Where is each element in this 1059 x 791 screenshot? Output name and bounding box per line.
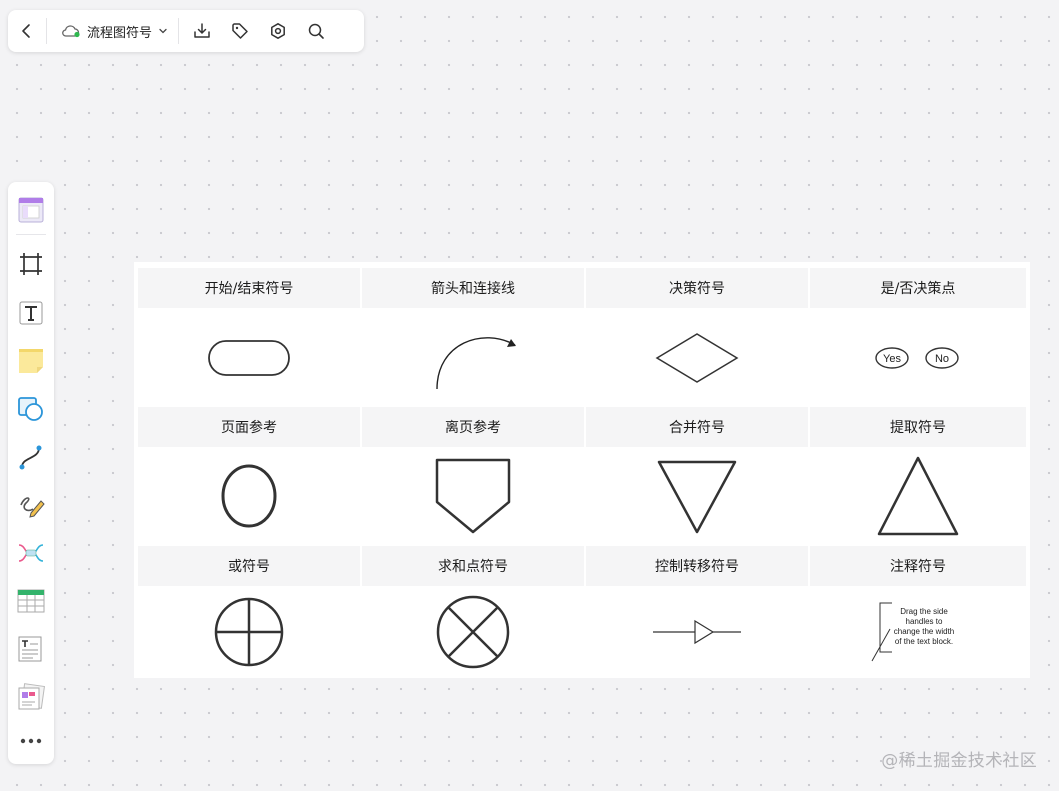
search-button[interactable] (297, 10, 335, 52)
cloud-sync-icon (62, 25, 80, 38)
more-tools-button[interactable] (15, 725, 47, 757)
template-tool[interactable] (15, 194, 47, 226)
or-shape (138, 588, 360, 676)
page-reference-shape (138, 448, 360, 544)
annotation-text-line: change the width (894, 627, 955, 636)
pen-tool[interactable] (15, 489, 47, 521)
no-label: No (935, 353, 949, 365)
header-summing-junction: 求和点符号 (362, 546, 584, 586)
watermark: @稀土掘金技术社区 (881, 751, 1037, 771)
text-card-icon (18, 636, 42, 662)
annotation-text-line: handles to (906, 617, 943, 626)
text-card-tool[interactable] (15, 633, 47, 665)
text-tool[interactable] (15, 297, 47, 329)
header-page-reference: 页面参考 (138, 407, 360, 447)
sticky-note-tool[interactable] (15, 345, 47, 377)
shape-tool[interactable] (15, 393, 47, 425)
header-annotation: 注释符号 (810, 546, 1026, 586)
top-toolbar: 流程图符号 (8, 10, 364, 52)
off-page-reference-shape (362, 448, 584, 544)
tag-button[interactable] (221, 10, 259, 52)
frame-icon (20, 253, 42, 275)
search-icon (308, 23, 324, 39)
yes-no-shape: Yes No (810, 310, 1026, 406)
annotation-text-line: Drag the side (900, 607, 948, 616)
mind-map-icon (18, 544, 44, 562)
flowchart-symbols-sheet[interactable]: 开始/结束符号 箭头和连接线 决策符号 是/否决策点 Yes No 页面参考 离… (134, 262, 1030, 678)
table-icon (17, 589, 45, 613)
text-tool-icon (19, 301, 43, 325)
shape-icon (18, 397, 43, 421)
sticky-note-icon (19, 349, 43, 373)
annotation-shape: Drag the side handles to change the widt… (810, 588, 1026, 676)
download-button[interactable] (183, 10, 221, 52)
document-title: 流程图符号 (87, 25, 153, 41)
summing-junction-shape (362, 588, 584, 676)
extract-shape (810, 448, 1026, 544)
annotation-text-line: of the text block. (895, 637, 953, 646)
arrow-connector-shape (362, 310, 584, 406)
template-icon (18, 197, 44, 223)
terminator-shape (138, 310, 360, 406)
pen-icon (20, 497, 45, 518)
frame-tool[interactable] (15, 248, 47, 280)
merge-shape (586, 448, 808, 544)
control-transfer-shape (586, 588, 808, 676)
yes-label: Yes (883, 353, 901, 365)
tool-rail (8, 182, 54, 764)
header-yes-no: 是/否决策点 (810, 268, 1026, 308)
header-off-page-reference: 离页参考 (362, 407, 584, 447)
header-start-end: 开始/结束符号 (138, 268, 360, 308)
back-icon (22, 24, 30, 38)
header-decision: 决策符号 (586, 268, 808, 308)
header-arrow-connector: 箭头和连接线 (362, 268, 584, 308)
decision-shape (586, 310, 808, 406)
connector-icon (19, 445, 42, 470)
chevron-down-icon (159, 28, 167, 34)
rail-divider (16, 234, 46, 235)
header-control-transfer: 控制转移符号 (586, 546, 808, 586)
toolbar-divider (178, 18, 180, 44)
sticker-icon (18, 683, 45, 710)
download-icon (194, 23, 210, 38)
settings-icon (271, 23, 285, 39)
more-icon (20, 738, 42, 744)
header-extract: 提取符号 (810, 407, 1026, 447)
back-button[interactable] (8, 10, 46, 52)
sticker-tool[interactable] (15, 681, 47, 713)
mind-map-tool[interactable] (15, 537, 47, 569)
header-merge: 合并符号 (586, 407, 808, 447)
settings-button[interactable] (259, 10, 297, 52)
document-title-dropdown[interactable]: 流程图符号 (47, 10, 178, 52)
connector-tool[interactable] (15, 441, 47, 473)
table-tool[interactable] (15, 585, 47, 617)
tag-icon (232, 23, 248, 39)
header-or: 或符号 (138, 546, 360, 586)
